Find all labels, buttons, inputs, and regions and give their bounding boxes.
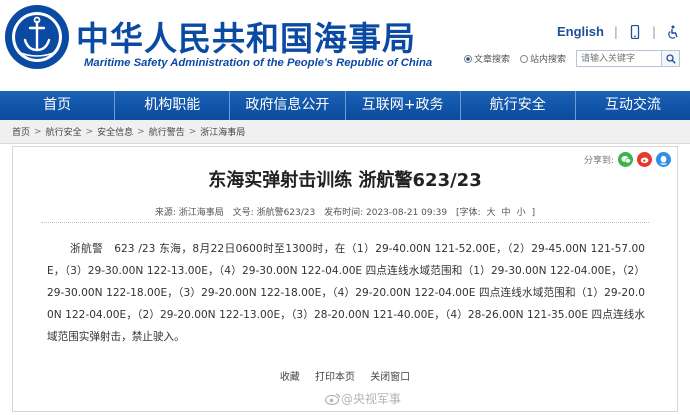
- watermark: @央视军事: [324, 390, 401, 407]
- site-header: 中华人民共和国海事局 Maritime Safety Administratio…: [0, 0, 690, 91]
- article-panel: 分享到: 东海实弹射击训练 浙航警623/23 来源: 浙江海事局 文号: 浙航…: [12, 146, 678, 412]
- nav-item-home[interactable]: 首页: [0, 91, 116, 120]
- search-bar: 文章搜索 站内搜索: [463, 50, 680, 67]
- close-window-link[interactable]: 关闭窗口: [370, 372, 410, 383]
- weibo-watermark-icon: [324, 393, 341, 405]
- search-option-title-label[interactable]: 文章搜索: [474, 52, 510, 65]
- english-link[interactable]: English: [557, 24, 604, 39]
- search-option-all-radio[interactable]: [519, 54, 528, 63]
- breadcrumb-navigation-safety[interactable]: 航行安全: [46, 125, 82, 138]
- article-title: 东海实弹射击训练 浙航警623/23: [208, 170, 482, 191]
- nav-item-interaction[interactable]: 互动交流: [576, 91, 690, 120]
- search-option-title-radio[interactable]: [463, 54, 472, 63]
- article-meta: 来源: 浙江海事局 文号: 浙航警623/23 发布时间: 2023-08-21…: [13, 205, 677, 218]
- nav-item-gov-info[interactable]: 政府信息公开: [230, 91, 346, 120]
- breadcrumb-nav-warning[interactable]: 航行警告: [149, 125, 185, 138]
- mobile-icon[interactable]: [628, 24, 642, 39]
- breadcrumb-zhejiang-msa[interactable]: 浙江海事局: [200, 125, 245, 138]
- share-label: 分享到:: [583, 156, 614, 166]
- font-size-small[interactable]: 小: [517, 208, 526, 218]
- site-subtitle: Maritime Safety Administration of the Pe…: [84, 57, 433, 69]
- watermark-text: @央视军事: [340, 392, 401, 406]
- meta-divider: [41, 222, 649, 223]
- search-option-all-label[interactable]: 站内搜索: [530, 52, 566, 65]
- qq-icon[interactable]: [656, 152, 671, 167]
- nav-item-internet-gov[interactable]: 互联网+政务: [346, 91, 461, 120]
- search-button[interactable]: [662, 50, 680, 67]
- font-size-close: ]: [531, 208, 536, 218]
- article-actions: 收藏 打印本页 关闭窗口: [13, 368, 677, 383]
- breadcrumb-home[interactable]: 首页: [12, 125, 30, 138]
- wechat-icon[interactable]: [618, 152, 633, 167]
- main-nav: 首页 机构职能 政府信息公开 互联网+政务 航行安全 互动交流: [0, 91, 690, 120]
- meta-publish-date: 发布时间: 2023-08-21 09:39: [324, 208, 448, 218]
- breadcrumb: 首页 > 航行安全 > 安全信息 > 航行警告 > 浙江海事局: [0, 120, 690, 144]
- search-icon: [665, 53, 676, 64]
- font-size-large[interactable]: 大: [487, 208, 496, 218]
- font-size-medium[interactable]: 中: [502, 208, 511, 218]
- weibo-icon[interactable]: [637, 152, 652, 167]
- meta-source: 来源: 浙江海事局: [154, 208, 224, 218]
- breadcrumb-separator: >: [137, 126, 145, 137]
- breadcrumb-separator: >: [34, 126, 42, 137]
- meta-doc-number: 文号: 浙航警623/23: [232, 208, 316, 218]
- nav-item-functions[interactable]: 机构职能: [115, 91, 231, 120]
- search-input[interactable]: [576, 50, 662, 67]
- share-bar: 分享到:: [584, 152, 671, 167]
- nav-item-navigation-safety[interactable]: 航行安全: [461, 91, 576, 120]
- breadcrumb-separator: >: [188, 126, 197, 137]
- site-title: 中华人民共和国海事局: [76, 19, 416, 58]
- china-msa-logo[interactable]: [4, 4, 70, 70]
- breadcrumb-safety-info[interactable]: 安全信息: [97, 125, 133, 138]
- font-size-label: [字体:: [455, 208, 481, 218]
- bookmark-link[interactable]: 收藏: [280, 372, 300, 383]
- print-link[interactable]: 打印本页: [315, 372, 355, 383]
- utility-links: English | |: [557, 24, 680, 39]
- breadcrumb-separator: >: [85, 126, 94, 137]
- article-body: 浙航警 623 /23 东海，8月22日0600时至1300时，在（1）29-4…: [47, 243, 645, 343]
- accessibility-icon[interactable]: [666, 25, 680, 39]
